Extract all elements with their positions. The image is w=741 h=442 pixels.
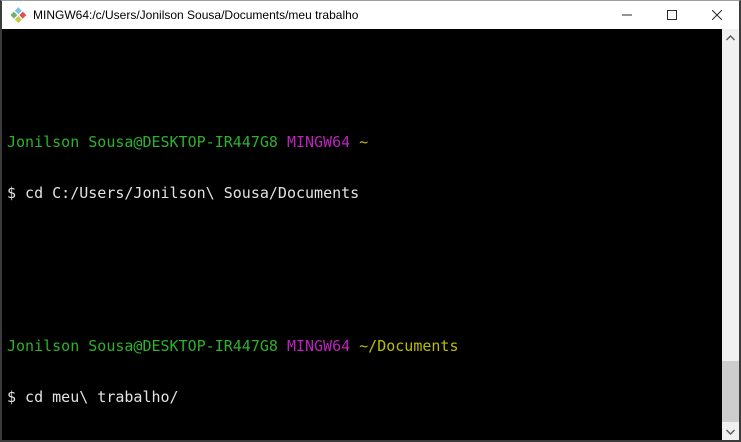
terminal-row: Jonilson Sousa@DESKTOP-IR447G8 MINGW64 ~ $… <box>2 29 739 440</box>
prompt-path: ~ <box>359 133 369 151</box>
prompt-path: ~/Documents <box>359 337 459 355</box>
scrollbar[interactable] <box>722 29 739 440</box>
command-line: $ cd meu\ trabalho/ <box>7 388 179 406</box>
maximize-icon <box>666 10 677 20</box>
minimize-icon <box>621 14 632 16</box>
scrollbar-thumb[interactable] <box>722 361 739 422</box>
scroll-up-button[interactable] <box>722 29 739 46</box>
prompt-user-host: Jonilson Sousa@DESKTOP-IR447G8 <box>7 133 278 151</box>
prompt-user-host: Jonilson Sousa@DESKTOP-IR447G8 <box>7 337 278 355</box>
titlebar[interactable]: MINGW64:/c/Users/Jonilson Sousa/Document… <box>2 1 739 29</box>
scroll-down-button[interactable] <box>722 423 739 440</box>
command-line: $ cd C:/Users/Jonilson\ Sousa/Documents <box>7 184 360 202</box>
mingw64-terminal-window: MINGW64:/c/Users/Jonilson Sousa/Document… <box>0 0 741 442</box>
prompt-env: MINGW64 <box>286 133 351 151</box>
mingw64-app-icon[interactable] <box>11 7 27 23</box>
minimize-button[interactable] <box>604 1 649 29</box>
chevron-up-icon <box>726 34 735 40</box>
prompt-line: Jonilson Sousa@DESKTOP-IR447G8 MINGW64 ~/D… <box>7 338 722 355</box>
shell-block: Jonilson Sousa@DESKTOP-IR447G8 MINGW64 ~ $… <box>7 100 722 236</box>
prompt-line: Jonilson Sousa@DESKTOP-IR447G8 MINGW64 ~ <box>7 134 722 151</box>
window-title: MINGW64:/c/Users/Jonilson Sousa/Document… <box>33 8 359 22</box>
terminal-screen[interactable]: Jonilson Sousa@DESKTOP-IR447G8 MINGW64 ~ $… <box>2 29 722 440</box>
chevron-down-icon <box>726 429 735 435</box>
close-button[interactable] <box>694 1 739 29</box>
maximize-button[interactable] <box>649 1 694 29</box>
close-icon <box>711 10 722 20</box>
shell-block: Jonilson Sousa@DESKTOP-IR447G8 MINGW64 ~/D… <box>7 304 722 440</box>
prompt-env: MINGW64 <box>286 337 351 355</box>
caption-buttons <box>604 1 739 29</box>
